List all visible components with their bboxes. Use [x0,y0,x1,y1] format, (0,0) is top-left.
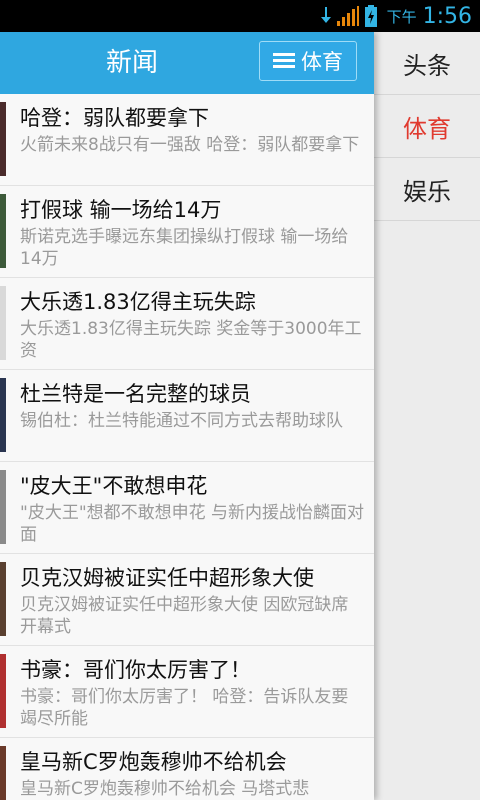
news-title: 书豪：哥们你太厉害了！ [20,658,251,682]
category-menu-button[interactable]: 体育 [259,41,357,81]
news-thumbnail [0,194,6,268]
news-summary: 火箭未来8战只有一强敌 哈登：弱队都要拿下 [20,135,360,155]
news-list: 哈登：弱队都要拿下 火箭未来8战只有一强敌 哈登：弱队都要拿下 打假球 输一场给… [0,94,374,800]
news-item[interactable]: "皮大王"不敢想申花 "皮大王"想都不敢想申花 与新内援战怡麟面对面 [0,462,374,554]
action-bar: 新闻 体育 [0,32,374,94]
drawer-item-entertainment[interactable]: 娱乐 [374,158,480,221]
status-ampm: 下午 [386,7,417,26]
drawer-item-headlines[interactable]: 头条 [374,32,480,95]
news-title: 贝克汉姆被证实任中超形象大使 [20,566,314,590]
news-title: "皮大王"不敢想申花 [20,474,208,498]
main-panel: 新闻 体育 哈登：弱队都要拿下 火箭未来8战只有一强敌 哈登：弱队都要拿下 打假… [0,32,374,800]
status-bar: 下午 1:56 [0,0,480,32]
category-drawer: 头条 体育 娱乐 [374,32,480,800]
category-menu-label: 体育 [301,50,343,74]
news-thumbnail [0,654,6,728]
news-title: 皇马新C罗炮轰穆帅不给机会 [20,750,287,774]
news-summary: 皇马新C罗炮轰穆帅不给机会 马塔式悲 [20,779,310,799]
news-thumbnail [0,746,6,800]
news-summary: 书豪：哥们你太厉害了！ 哈登：告诉队友要竭尽所能 [20,687,349,729]
status-time: 1:56 [422,3,472,29]
menu-icon [273,53,295,69]
download-icon [320,7,331,23]
signal-icon [336,6,359,26]
news-item[interactable]: 书豪：哥们你太厉害了！ 书豪：哥们你太厉害了！ 哈登：告诉队友要竭尽所能 [0,646,374,738]
news-thumbnail [0,378,6,452]
news-thumbnail [0,470,6,544]
status-bar-right: 下午 1:56 [320,0,472,32]
news-title: 打假球 输一场给14万 [20,198,222,222]
news-summary: "皮大王"想都不敢想申花 与新内援战怡麟面对面 [20,503,365,545]
news-thumbnail [0,102,6,176]
news-item[interactable]: 贝克汉姆被证实任中超形象大使 贝克汉姆被证实任中超形象大使 因欧冠缺席开幕式 [0,554,374,646]
battery-charging-icon [364,5,377,27]
news-item[interactable]: 打假球 输一场给14万 斯诺克选手曝远东集团操纵打假球 输一场给14万 [0,186,374,278]
news-item[interactable]: 皇马新C罗炮轰穆帅不给机会 皇马新C罗炮轰穆帅不给机会 马塔式悲 [0,738,374,800]
news-thumbnail [0,286,6,360]
news-item[interactable]: 杜兰特是一名完整的球员 锡伯杜：杜兰特能通过不同方式去帮助球队 [0,370,374,462]
news-title: 杜兰特是一名完整的球员 [20,382,251,406]
news-title: 大乐透1.83亿得主玩失踪 [20,290,256,314]
drawer-item-sports[interactable]: 体育 [374,95,480,158]
news-summary: 锡伯杜：杜兰特能通过不同方式去帮助球队 [20,411,343,431]
news-title: 哈登：弱队都要拿下 [20,106,209,130]
page-title: 新闻 [106,48,159,78]
news-summary: 贝克汉姆被证实任中超形象大使 因欧冠缺席开幕式 [20,595,349,637]
news-item[interactable]: 大乐透1.83亿得主玩失踪 大乐透1.83亿得主玩失踪 奖金等于3000年工资 [0,278,374,370]
news-thumbnail [0,562,6,636]
news-summary: 斯诺克选手曝远东集团操纵打假球 输一场给14万 [20,227,349,269]
news-item[interactable]: 哈登：弱队都要拿下 火箭未来8战只有一强敌 哈登：弱队都要拿下 [0,94,374,186]
news-summary: 大乐透1.83亿得主玩失踪 奖金等于3000年工资 [20,319,362,361]
